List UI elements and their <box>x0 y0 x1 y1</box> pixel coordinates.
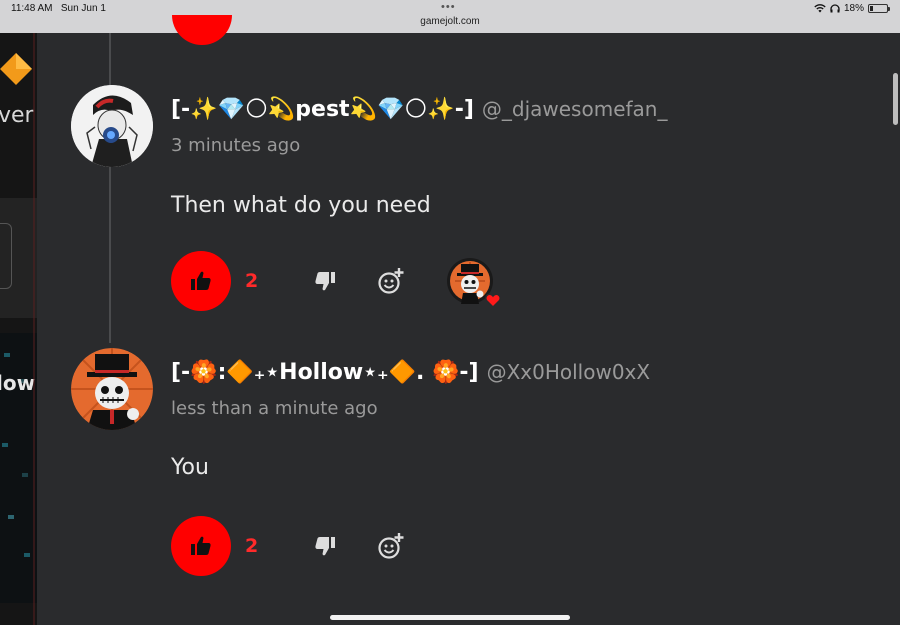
like-count[interactable]: 2 <box>245 535 285 557</box>
background-panel-outline <box>0 223 12 289</box>
thumbs-up-icon <box>191 271 211 290</box>
dislike-button[interactable] <box>305 261 345 301</box>
battery-icon <box>868 4 890 13</box>
comment-header: [-🏵️꞉🔶₊⋆Hollow⋆₊🔶. 🏵️-] @Xx0Hollow0xX <box>171 360 650 385</box>
add-reaction-button[interactable] <box>371 261 411 301</box>
timestamp[interactable]: 3 minutes ago <box>171 135 300 156</box>
comment-actions: 2 <box>171 515 411 577</box>
home-indicator[interactable] <box>330 615 570 620</box>
comment-text: Then what do you need <box>171 193 431 218</box>
display-name[interactable]: [-✨💎🌕💫pest💫💎🌕✨-] <box>171 97 474 122</box>
headphones-icon <box>830 4 840 13</box>
like-button[interactable] <box>171 251 231 311</box>
background-text: low <box>0 371 36 395</box>
previous-like-button[interactable] <box>172 15 232 45</box>
background-page-strip: ver low <box>0 33 37 625</box>
wifi-icon <box>814 4 826 13</box>
thread-line <box>109 33 111 343</box>
background-divider <box>33 33 35 625</box>
comment-feed[interactable]: [-✨💎🌕💫pest💫💎🌕✨-] @_djawesomefan_ 3 minut… <box>37 15 900 625</box>
dislike-button[interactable] <box>305 526 345 566</box>
username[interactable]: @Xx0Hollow0xX <box>487 360 651 384</box>
thumbs-down-icon <box>315 272 335 291</box>
status-indicators: 18% <box>814 3 890 14</box>
battery-percent: 18% <box>843 3 864 14</box>
scrollbar[interactable] <box>893 73 898 125</box>
display-name[interactable]: [-🏵️꞉🔶₊⋆Hollow⋆₊🔶. 🏵️-] <box>171 360 479 385</box>
tab-menu-dots[interactable]: ••• <box>441 1 456 13</box>
browser-status-bar: 11:48 AM Sun Jun 1 ••• gamejolt.com 18% <box>0 0 900 33</box>
thumbs-up-icon <box>191 536 211 555</box>
heart-icon <box>485 293 501 308</box>
like-button[interactable] <box>171 516 231 576</box>
avatar[interactable] <box>71 348 153 430</box>
address-bar[interactable]: gamejolt.com <box>0 16 900 27</box>
add-emoji-icon <box>378 533 404 559</box>
orange-diamond-icon <box>0 53 32 85</box>
thumbs-down-icon <box>315 537 335 556</box>
comment-header: [-✨💎🌕💫pest💫💎🌕✨-] @_djawesomefan_ <box>171 97 667 122</box>
comment-actions: 2 <box>171 250 501 312</box>
status-time: 11:48 AM Sun Jun 1 <box>11 3 106 14</box>
avatar[interactable] <box>71 85 153 167</box>
background-text: ver <box>0 103 34 128</box>
comment-text: You <box>171 455 209 480</box>
timestamp[interactable]: less than a minute ago <box>171 398 378 419</box>
add-reaction-button[interactable] <box>371 526 411 566</box>
liked-by-avatar[interactable] <box>447 258 501 308</box>
add-emoji-icon <box>378 268 404 294</box>
username[interactable]: @_djawesomefan_ <box>482 97 668 121</box>
like-count[interactable]: 2 <box>245 270 285 292</box>
